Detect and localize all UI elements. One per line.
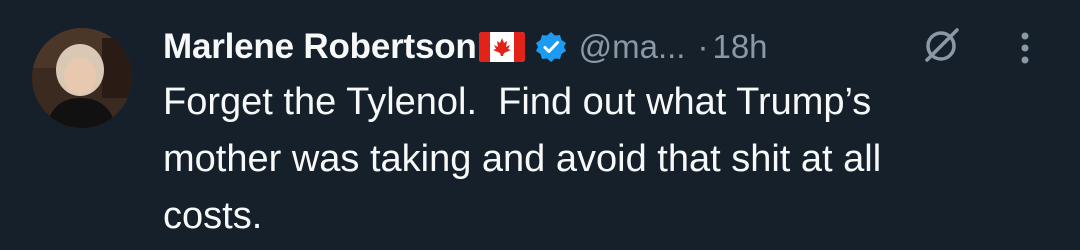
grok-icon[interactable]	[921, 24, 963, 66]
tweet[interactable]: Marlene Robertson @ma... · 18h Forget th…	[0, 0, 1080, 250]
tweet-timestamp[interactable]: 18h	[712, 28, 767, 66]
separator-dot: ·	[697, 28, 709, 65]
verified-badge-icon	[535, 32, 566, 62]
avatar-photo	[32, 28, 132, 128]
author-handle[interactable]: @ma...	[579, 28, 686, 66]
author-name[interactable]: Marlene Robertson	[163, 27, 477, 67]
tweet-text: Forget the Tylenol. Find out what Trump’…	[163, 81, 882, 237]
tweet-header: Marlene Robertson @ma... · 18h	[163, 22, 768, 72]
canada-flag-icon	[478, 32, 525, 62]
avatar[interactable]	[32, 28, 132, 128]
more-options-icon[interactable]	[1013, 28, 1037, 68]
